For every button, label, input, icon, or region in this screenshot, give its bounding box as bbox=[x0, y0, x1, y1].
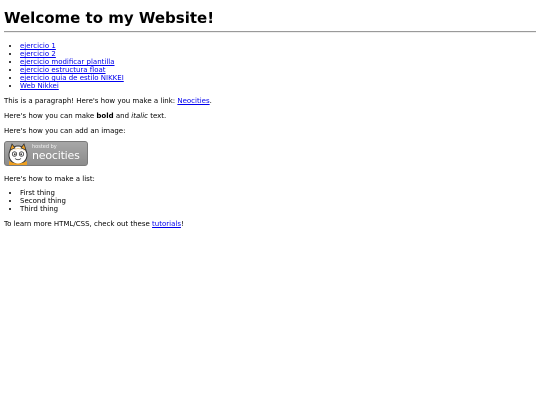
formatting-paragraph: Here's how you can make bold and italic … bbox=[4, 112, 166, 120]
example-list: First thing Second thing Third thing bbox=[4, 189, 66, 213]
link-web-nikkei[interactable]: Web Nikkei bbox=[20, 82, 59, 90]
image-paragraph: Here's how you can add an image: bbox=[4, 127, 126, 135]
link-ejercicio-guia-estilo-nikkei[interactable]: ejercicio guia de estilo NIKKEI bbox=[20, 74, 124, 82]
bold-text: bold bbox=[96, 112, 114, 120]
learn-more-paragraph: To learn more HTML/CSS, check out these … bbox=[4, 220, 184, 228]
formatting-text: Here's how you can make bbox=[4, 112, 97, 120]
nav-list-item: ejercicio guia de estilo NIKKEI bbox=[20, 74, 124, 82]
list-item: Third thing bbox=[20, 205, 66, 213]
link-ejercicio-estructura-float[interactable]: ejercicio estructura float bbox=[20, 66, 106, 74]
link-ejercicio-modificar-plantilla[interactable]: ejercicio modificar plantilla bbox=[20, 58, 115, 66]
list-item: First thing bbox=[20, 189, 66, 197]
hosted-by-neocities-badge[interactable]: hosted by neocities bbox=[4, 141, 88, 166]
intro-text-end: . bbox=[209, 97, 212, 105]
formatting-text-middle: and bbox=[113, 112, 132, 120]
intro-text: This is a paragraph! Here's how you make… bbox=[4, 97, 178, 105]
nav-list-item: Web Nikkei bbox=[20, 82, 124, 90]
page-title: Welcome to my Website! bbox=[4, 9, 215, 27]
learn-more-text: To learn more HTML/CSS, check out these bbox=[4, 220, 153, 228]
neocities-cat-icon bbox=[8, 143, 28, 165]
title-divider bbox=[4, 31, 536, 33]
nav-list-item: ejercicio 2 bbox=[20, 50, 124, 58]
list-intro-paragraph: Here's how to make a list: bbox=[4, 175, 95, 183]
list-item: Second thing bbox=[20, 197, 66, 205]
nav-list-item: ejercicio estructura float bbox=[20, 66, 124, 74]
nav-list-item: ejercicio modificar plantilla bbox=[20, 58, 124, 66]
link-ejercicio-1[interactable]: ejercicio 1 bbox=[20, 42, 56, 50]
learn-more-text-end: ! bbox=[180, 220, 184, 228]
italic-text: italic bbox=[131, 112, 148, 120]
nav-link-list: ejercicio 1 ejercicio 2 ejercicio modifi… bbox=[4, 42, 124, 90]
tutorials-link[interactable]: tutorials bbox=[152, 220, 181, 228]
nav-list-item: ejercicio 1 bbox=[20, 42, 124, 50]
neocities-link[interactable]: Neocities bbox=[177, 97, 209, 105]
badge-neocities-text: neocities bbox=[32, 149, 80, 162]
formatting-text-end: text. bbox=[147, 112, 167, 120]
intro-paragraph: This is a paragraph! Here's how you make… bbox=[4, 97, 212, 105]
link-ejercicio-2[interactable]: ejercicio 2 bbox=[20, 50, 56, 58]
